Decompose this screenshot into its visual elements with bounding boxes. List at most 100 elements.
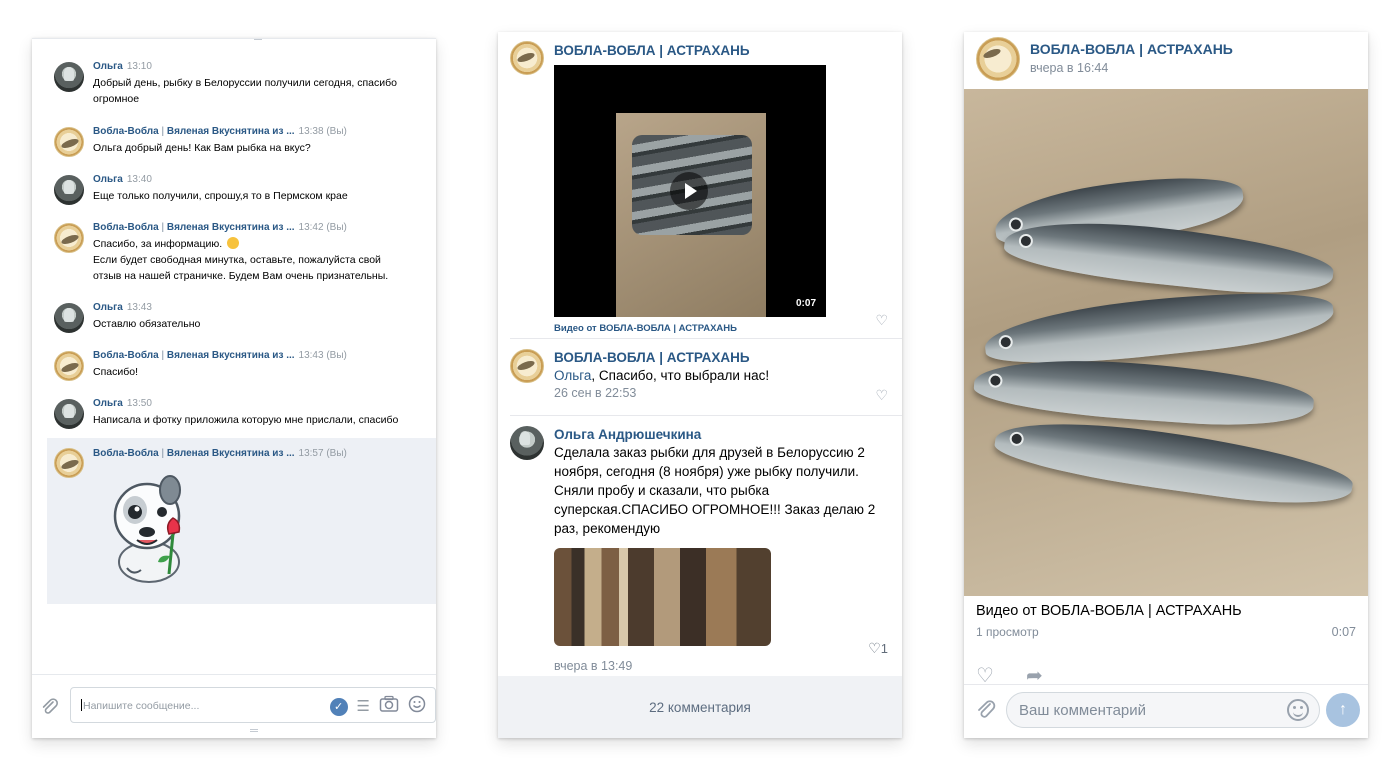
heart-icon[interactable]: ♡ [875,312,888,329]
comment-input[interactable]: Ваш комментарий [1006,692,1320,728]
message-author[interactable]: Ольга [93,398,123,409]
author-name: Вобла-Вобла [93,222,159,233]
message-time: 13:38 (Вы) [299,126,347,137]
avatar[interactable] [510,426,544,460]
author-extra: Вяленая Вкуснятина из ... [166,126,295,137]
message-author[interactable]: Вобла-Вобла | Вяленая Вкуснятина из ... [93,350,295,361]
avatar[interactable] [510,41,544,75]
message-line: отзыв на нашей страничке. Будем Вам очен… [93,270,389,282]
paperclip-icon[interactable] [976,699,996,726]
time-value: 13:43 [298,350,324,361]
like-button[interactable]: ♡1 [868,640,888,657]
avatar[interactable] [54,175,84,205]
comment-author[interactable]: ВОБЛА-ВОБЛА | АСТРАХАНЬ [554,42,888,59]
emoji-icon[interactable] [408,695,426,718]
video-duration: 0:07 [795,298,816,309]
chat-message: Ольга 13:10 Добрый день, рыбку в Белорусс… [32,60,436,107]
message-line: Написала и фотку приложила которую мне п… [93,414,399,426]
input-placeholder: Напишите сообщение... [83,700,200,712]
author-name: Вобла-Вобла [93,350,159,361]
video-frame [616,113,766,317]
comment-date[interactable]: вчера в 13:49 [554,658,888,674]
video-player[interactable] [964,89,1368,596]
dog-with-rose-sticker-icon [113,475,181,583]
video-posted-time: вчера в 16:44 [1030,61,1109,75]
message-text: Добрый день, рыбку в Белоруссии получили… [93,75,424,107]
message-author[interactable]: Ольга [93,174,123,185]
reply-comment: ВОБЛА-ВОБЛА | АСТРАХАНЬ Ольга, Спасибо, … [498,339,902,415]
paperclip-icon[interactable] [40,697,60,717]
message-author[interactable]: Вобла-Вобла | Вяленая Вкуснятина из ... [93,222,295,233]
composer-icons: ✓ ☰ [329,695,426,718]
comment-text: Сделала заказ рыбки для друзей в Белорус… [554,445,876,536]
avatar[interactable] [54,448,84,478]
comment-author[interactable]: ВОБЛА-ВОБЛА | АСТРАХАНЬ [554,349,888,366]
comments-count-button[interactable]: 22 комментария [498,676,902,738]
video-title: Видео от ВОБЛА-ВОБЛА | АСТРАХАНЬ [976,603,1242,619]
message-text: Спасибо! [93,364,424,380]
message-author[interactable]: Вобла-Вобла | Вяленая Вкуснятина из ... [93,126,295,137]
share-icon[interactable]: ➦ [1026,666,1043,686]
resize-handle[interactable] [250,729,258,732]
fish-shape [972,352,1316,432]
chat-message: Вобла-Вобла | Вяленая Вкуснятина из ... 1… [32,221,436,284]
message-author[interactable]: Вобла-Вобла | Вяленая Вкуснятина из ... [93,448,295,459]
message-line: Спасибо! [93,366,138,378]
heart-icon[interactable]: ♡ [976,666,994,686]
you-label: (Вы) [326,350,347,361]
arrow-up-icon: ↑ [1339,701,1347,718]
chat-top-divider [32,38,436,40]
video-views: 1 просмотр [976,625,1039,639]
check-icon[interactable]: ✓ [329,697,348,716]
message-line: Ольга добрый день! Как Вам рыбка на вкус… [93,142,311,154]
smile-emoji-icon [227,237,240,249]
message-line: Если будет свободная минутка, оставьте, … [93,254,381,266]
comment-composer: Ваш комментарий ↑ [964,684,1368,738]
video-author[interactable]: ВОБЛА-ВОБЛА | АСТРАХАНЬ [1030,41,1233,57]
video-caption[interactable]: Видео от ВОБЛА-ВОБЛА | АСТРАХАНЬ [554,323,888,334]
message-line: Оставлю обязательно [93,318,201,330]
video-thumbnail[interactable]: 0:07 [554,65,826,317]
fish-image [972,165,1368,549]
emoji-icon[interactable] [1287,699,1309,721]
chat-message: Вобла-Вобла | Вяленая Вкуснятина из ... 1… [32,349,436,381]
message-author[interactable]: Ольга [93,302,123,313]
message-time: 13:57 (Вы) [299,448,347,459]
avatar[interactable] [54,303,84,333]
message-time: 13:43 (Вы) [299,350,347,361]
comment-author[interactable]: Ольга Андрюшечкина [554,426,888,443]
avatar[interactable] [54,223,84,253]
chat-panel: Ольга 13:10 Добрый день, рыбку в Белорусс… [32,38,436,738]
avatar[interactable] [54,399,84,429]
you-label: (Вы) [326,222,347,233]
chat-message: Ольга 13:43 Оставлю обязательно [32,301,436,333]
review-comment: Ольга Андрюшечкина Сделала заказ рыбки д… [498,416,902,674]
you-label: (Вы) [326,448,347,459]
avatar[interactable] [54,351,84,381]
like-count: 1 [880,641,888,656]
heart-icon: ♡ [868,640,881,656]
play-icon[interactable] [670,172,708,210]
attached-photo[interactable] [554,548,771,646]
templates-list-icon[interactable]: ☰ [357,699,370,714]
heart-icon[interactable]: ♡ [875,387,888,404]
comment-date[interactable]: 26 сен в 22:53 [554,385,888,401]
avatar[interactable] [54,62,84,92]
send-button[interactable]: ↑ [1326,693,1360,727]
chat-message-selected[interactable]: Вобла-Вобла | Вяленая Вкуснятина из ... 1… [47,438,436,604]
avatar[interactable] [510,349,544,383]
camera-icon[interactable] [379,695,399,718]
avatar[interactable] [54,127,84,157]
mention-link[interactable]: Ольга [554,368,591,383]
avatar[interactable] [976,37,1020,81]
message-text: Спасибо, за информацию. Если будет свобо… [93,236,424,284]
chat-message: Ольга 13:50 Написала и фотку приложила ко… [32,397,436,429]
author-extra: Вяленая Вкуснятина из ... [166,448,295,459]
you-label: (Вы) [326,126,347,137]
message-time: 13:50 [126,398,152,409]
message-author[interactable]: Ольга [93,61,123,72]
chat-message: Вобла-Вобла | Вяленая Вкуснятина из ... 1… [32,125,436,157]
comment-text: Ольга, Спасибо, что выбрали нас! [554,366,888,385]
message-text: Оставлю обязательно [93,316,424,332]
author-name: Вобла-Вобла [93,126,159,137]
